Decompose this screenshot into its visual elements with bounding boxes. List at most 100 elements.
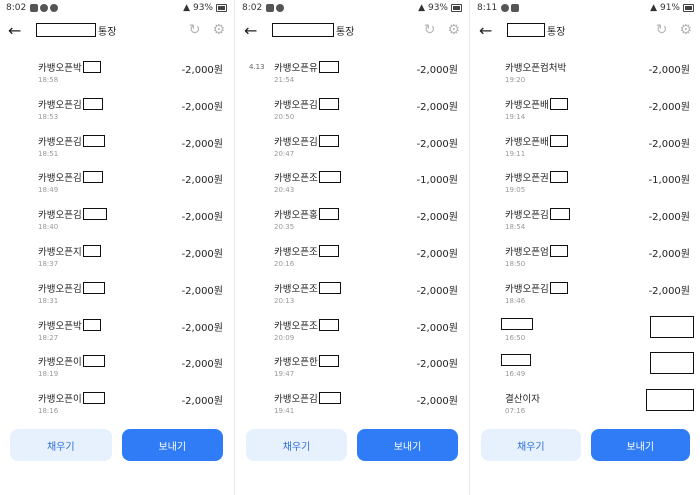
transaction-amount: -2,000원 bbox=[181, 249, 223, 260]
send-button[interactable]: 보내기 bbox=[590, 429, 690, 461]
status-time: 8:02 bbox=[6, 3, 27, 13]
transaction-amount: -2,000원 bbox=[181, 212, 223, 224]
transaction-row[interactable]: 카뱅오픈배 19:11 -2,000원 bbox=[471, 134, 700, 171]
transaction-title-text: 카뱅오픈김 bbox=[505, 210, 549, 222]
back-arrow-icon[interactable]: ← bbox=[244, 21, 262, 40]
refresh-icon[interactable]: ↻ bbox=[424, 22, 436, 38]
transaction-amount: -2,000원 bbox=[416, 359, 458, 371]
transaction-title: 카뱅오픈홍 bbox=[274, 207, 339, 221]
transaction-row[interactable]: 카뱅오픈조 20:43 -1,000원 bbox=[236, 170, 468, 207]
fill-button[interactable]: 채우기 bbox=[246, 429, 347, 461]
app-header: ← 통장 ↻ ⚙ bbox=[0, 16, 233, 44]
transaction-title-text: 카뱅오픈박 bbox=[38, 320, 82, 332]
transaction-title-text: 결산이자 bbox=[505, 394, 540, 406]
gear-icon[interactable]: ⚙ bbox=[212, 22, 225, 38]
transaction-amount: -2,000원 bbox=[416, 65, 458, 76]
transaction-time: 18:40 bbox=[38, 223, 59, 232]
transaction-time: 18:27 bbox=[38, 333, 59, 342]
transaction-row[interactable]: 카뱅오픈조 20:09 -2,000원 bbox=[236, 318, 468, 355]
transaction-title: 카뱅오픈배 bbox=[505, 134, 568, 148]
redacted-name bbox=[82, 134, 105, 147]
transaction-row[interactable]: 4.13 카뱅오픈유 21:54 -2,000원 bbox=[236, 60, 468, 97]
back-arrow-icon[interactable]: ← bbox=[8, 21, 26, 40]
transaction-title: 카뱅오픈김 bbox=[274, 97, 339, 111]
transaction-time: 18:49 bbox=[38, 186, 59, 195]
redacted-name bbox=[318, 171, 341, 184]
transaction-row[interactable]: 결산이자 07:16 bbox=[471, 389, 700, 428]
send-button[interactable]: 보내기 bbox=[357, 429, 458, 461]
transaction-row[interactable]: 카뱅오픈박 18:58 -2,000원 bbox=[0, 60, 233, 97]
transaction-title-text: 카뱅오픈지 bbox=[38, 247, 82, 258]
transaction-row[interactable]: 카뱅오픈조 20:16 -2,000원 bbox=[236, 244, 468, 281]
redacted-amount bbox=[646, 389, 694, 412]
transaction-title-text: 카뱅오픈조 bbox=[274, 247, 318, 258]
redacted-name bbox=[318, 281, 341, 294]
transaction-time: 21:54 bbox=[274, 76, 295, 84]
redacted-name bbox=[501, 354, 531, 367]
chat-notification-icon bbox=[40, 4, 49, 12]
transaction-amount: -2,000원 bbox=[416, 285, 458, 297]
transaction-title: 카뱅오픈김 bbox=[274, 391, 341, 405]
transaction-title-text: 카뱅오픈김 bbox=[505, 283, 549, 295]
transaction-row[interactable]: 카뱅오픈이 18:19 -2,000원 bbox=[0, 354, 233, 391]
account-title: 통장 bbox=[507, 23, 565, 38]
fill-button[interactable]: 채우기 bbox=[481, 429, 581, 461]
transaction-row[interactable]: 카뱅오픈김 18:40 -2,000원 bbox=[0, 207, 233, 244]
gear-icon[interactable]: ⚙ bbox=[679, 22, 692, 38]
transaction-row[interactable]: 카뱅오픈권 19:05 -1,000원 bbox=[471, 170, 700, 207]
transaction-amount: -2,000원 bbox=[648, 285, 690, 297]
send-button[interactable]: 보내기 bbox=[121, 429, 223, 461]
transaction-title: 카뱅오픈조 bbox=[274, 244, 339, 258]
transaction-row[interactable]: 카뱅오픈컴처박 19:20 -2,000원 bbox=[471, 60, 700, 97]
redacted-name bbox=[318, 61, 339, 73]
transaction-row[interactable]: 카뱅오픈조 20:13 -2,000원 bbox=[236, 281, 468, 318]
redacted-name bbox=[318, 392, 341, 405]
transaction-title: 카뱅오픈김 bbox=[505, 207, 570, 221]
transaction-time: 07:16 bbox=[505, 407, 526, 416]
back-arrow-icon[interactable]: ← bbox=[479, 21, 497, 40]
transaction-row[interactable]: 카뱅오픈배 19:14 -2,000원 bbox=[471, 97, 700, 134]
transaction-title-text: 카뱅오픈조 bbox=[274, 320, 318, 332]
transaction-row[interactable]: 카뱅오픈홍 20:35 -2,000원 bbox=[236, 207, 468, 244]
transaction-row[interactable]: 카뱅오픈김 20:50 -2,000원 bbox=[236, 97, 468, 134]
transaction-row[interactable]: 카뱅오픈김 20:47 -2,000원 bbox=[236, 134, 468, 171]
refresh-icon[interactable]: ↻ bbox=[189, 22, 201, 38]
transaction-row[interactable]: 카뱅오픈김 18:49 -2,000원 bbox=[0, 170, 233, 207]
transaction-amount: -2,000원 bbox=[648, 249, 690, 260]
phone-screen-2: 8:02 ▲ 93% ← 통장 ↻ ⚙ 4.13 카뱅오픈유 21:54 -2,000… bbox=[236, 0, 468, 495]
transaction-row[interactable]: 카뱅오픈엄 18:50 -2,000원 bbox=[471, 244, 700, 281]
transaction-title: 카뱅오픈박 bbox=[38, 318, 101, 332]
transaction-amount: -2,000원 bbox=[416, 249, 458, 260]
transaction-row[interactable]: 카뱅오픈김 18:54 -2,000원 bbox=[471, 207, 700, 244]
account-title: 통장 bbox=[272, 23, 354, 38]
transaction-row[interactable]: 16:50 bbox=[471, 315, 700, 355]
divider bbox=[469, 0, 470, 495]
transaction-title: 카뱅오픈조 bbox=[274, 281, 341, 295]
transaction-row[interactable]: 카뱅오픈김 18:46 -2,000원 bbox=[471, 281, 700, 318]
redacted-name bbox=[318, 134, 339, 147]
transaction-row[interactable]: 카뱅오픈지 18:37 -2,000원 bbox=[0, 244, 233, 281]
transaction-row[interactable]: 카뱅오픈김 18:53 -2,000원 bbox=[0, 97, 233, 134]
transaction-row[interactable]: 카뱅오픈김 18:51 -2,000원 bbox=[0, 134, 233, 171]
transaction-amount: -2,000원 bbox=[648, 101, 690, 113]
transaction-amount: -2,000원 bbox=[181, 285, 223, 297]
transaction-row[interactable]: 카뱅오픈김 18:31 -2,000원 bbox=[0, 281, 233, 318]
transaction-title-text: 카뱅오픈엄 bbox=[505, 247, 549, 258]
transaction-row[interactable]: 카뱅오픈김 19:41 -2,000원 bbox=[236, 391, 468, 428]
gear-icon[interactable]: ⚙ bbox=[447, 22, 460, 38]
transaction-row[interactable]: 16:49 bbox=[471, 352, 700, 391]
transaction-amount: -2,000원 bbox=[416, 322, 458, 334]
refresh-icon[interactable]: ↻ bbox=[656, 22, 668, 38]
transaction-time: 18:19 bbox=[38, 370, 59, 379]
transaction-row[interactable]: 카뱅오픈이 18:16 -2,000원 bbox=[0, 391, 233, 428]
action-bar: 채우기 보내기 bbox=[246, 429, 458, 461]
transaction-row[interactable]: 카뱅오픈박 18:27 -2,000원 bbox=[0, 318, 233, 355]
redacted-name bbox=[549, 245, 568, 257]
redacted-name bbox=[318, 318, 339, 331]
transaction-row[interactable]: 카뱅오픈한 19:47 -2,000원 bbox=[236, 354, 468, 391]
fill-button[interactable]: 채우기 bbox=[10, 429, 112, 461]
transaction-time: 20:16 bbox=[274, 260, 295, 268]
transaction-time: 18:46 bbox=[505, 296, 526, 305]
redacted-amount bbox=[650, 352, 694, 375]
transaction-title: 카뱅오픈김 bbox=[38, 170, 103, 184]
